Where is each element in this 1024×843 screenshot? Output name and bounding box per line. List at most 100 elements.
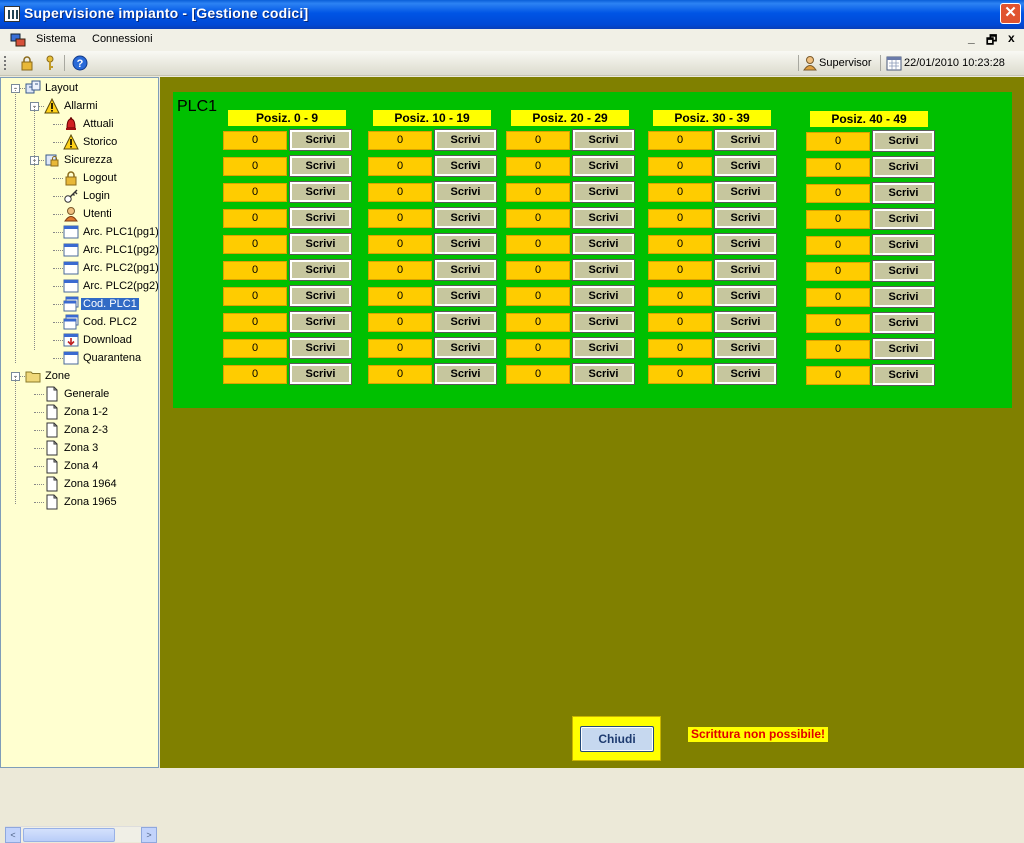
scrivi-button[interactable]: Scrivi	[714, 311, 777, 333]
scrivi-button[interactable]: Scrivi	[872, 234, 935, 256]
position-value-field[interactable]: 0	[806, 340, 870, 359]
position-value-field[interactable]: 0	[506, 365, 570, 384]
position-value-field[interactable]: 0	[806, 314, 870, 333]
scrivi-button[interactable]: Scrivi	[289, 259, 352, 281]
scrivi-button[interactable]: Scrivi	[572, 311, 635, 333]
tree-horizontal-scrollbar[interactable]: < >	[5, 826, 157, 843]
tree-item-zona-1964[interactable]: Zona 1964	[1, 476, 158, 493]
position-value-field[interactable]: 0	[648, 209, 712, 228]
position-value-field[interactable]: 0	[223, 287, 287, 306]
scrivi-button[interactable]: Scrivi	[572, 207, 635, 229]
scrivi-button[interactable]: Scrivi	[714, 181, 777, 203]
tree-item-sicurezza[interactable]: - Sicurezza	[1, 152, 158, 169]
position-value-field[interactable]: 0	[506, 339, 570, 358]
position-value-field[interactable]: 0	[648, 365, 712, 384]
position-value-field[interactable]: 0	[506, 209, 570, 228]
scrivi-button[interactable]: Scrivi	[872, 286, 935, 308]
tree-item-storico[interactable]: Storico	[1, 134, 158, 151]
tree-item-generale[interactable]: Generale	[1, 386, 158, 403]
scrivi-button[interactable]: Scrivi	[289, 233, 352, 255]
tree-item-zona-1965[interactable]: Zona 1965	[1, 494, 158, 511]
position-value-field[interactable]: 0	[648, 235, 712, 254]
position-value-field[interactable]: 0	[506, 313, 570, 332]
scrivi-button[interactable]: Scrivi	[714, 233, 777, 255]
scrivi-button[interactable]: Scrivi	[289, 311, 352, 333]
position-value-field[interactable]: 0	[368, 313, 432, 332]
scrivi-button[interactable]: Scrivi	[714, 259, 777, 281]
tree-item-utenti[interactable]: Utenti	[1, 206, 158, 223]
tree-item-quarantena[interactable]: Quarantena	[1, 350, 158, 367]
scrivi-button[interactable]: Scrivi	[434, 233, 497, 255]
scrivi-button[interactable]: Scrivi	[714, 207, 777, 229]
scroll-right-button[interactable]: >	[141, 827, 157, 843]
position-value-field[interactable]: 0	[368, 365, 432, 384]
position-value-field[interactable]: 0	[223, 157, 287, 176]
position-value-field[interactable]: 0	[806, 132, 870, 151]
scrivi-button[interactable]: Scrivi	[289, 285, 352, 307]
scroll-left-button[interactable]: <	[5, 827, 21, 843]
position-value-field[interactable]: 0	[368, 235, 432, 254]
tree-item-login[interactable]: Login	[1, 188, 158, 205]
tree-item-zona-4[interactable]: Zona 4	[1, 458, 158, 475]
scrivi-button[interactable]: Scrivi	[872, 364, 935, 386]
scrivi-button[interactable]: Scrivi	[434, 363, 497, 385]
position-value-field[interactable]: 0	[806, 366, 870, 385]
position-value-field[interactable]: 0	[648, 131, 712, 150]
chiudi-button[interactable]: Chiudi	[580, 726, 654, 752]
scrivi-button[interactable]: Scrivi	[872, 156, 935, 178]
scrivi-button[interactable]: Scrivi	[872, 260, 935, 282]
tree-item-cod-plc1[interactable]: Cod. PLC1	[1, 296, 158, 313]
scrivi-button[interactable]: Scrivi	[289, 363, 352, 385]
tree-item-arc-plc2-pg1[interactable]: Arc. PLC2(pg1)	[1, 260, 159, 277]
position-value-field[interactable]: 0	[223, 339, 287, 358]
position-value-field[interactable]: 0	[223, 313, 287, 332]
scrivi-button[interactable]: Scrivi	[434, 259, 497, 281]
position-value-field[interactable]: 0	[223, 261, 287, 280]
scrivi-button[interactable]: Scrivi	[872, 130, 935, 152]
tree-item-zone[interactable]: - Zone	[1, 368, 158, 385]
position-value-field[interactable]: 0	[648, 261, 712, 280]
position-value-field[interactable]: 0	[806, 288, 870, 307]
position-value-field[interactable]: 0	[506, 131, 570, 150]
scrivi-button[interactable]: Scrivi	[714, 337, 777, 359]
position-value-field[interactable]: 0	[806, 236, 870, 255]
position-value-field[interactable]: 0	[806, 210, 870, 229]
position-value-field[interactable]: 0	[368, 157, 432, 176]
position-value-field[interactable]: 0	[368, 339, 432, 358]
scrivi-button[interactable]: Scrivi	[572, 259, 635, 281]
scrivi-button[interactable]: Scrivi	[714, 363, 777, 385]
position-value-field[interactable]: 0	[223, 365, 287, 384]
scrivi-button[interactable]: Scrivi	[434, 181, 497, 203]
position-value-field[interactable]: 0	[368, 183, 432, 202]
position-value-field[interactable]: 0	[506, 287, 570, 306]
position-value-field[interactable]: 0	[223, 209, 287, 228]
window-close-button[interactable]: ✕	[1000, 3, 1021, 24]
position-value-field[interactable]: 0	[368, 209, 432, 228]
position-value-field[interactable]: 0	[368, 131, 432, 150]
mdi-restore-button[interactable]: 🗗	[986, 31, 997, 52]
app-menu-icon[interactable]	[10, 32, 26, 48]
help-icon[interactable]: ?	[72, 55, 88, 71]
tree-item-layout[interactable]: - Layout	[1, 80, 158, 97]
position-value-field[interactable]: 0	[648, 287, 712, 306]
scrivi-button[interactable]: Scrivi	[434, 337, 497, 359]
tree-item-arc-plc2-pg2[interactable]: Arc. PLC2(pg2)	[1, 278, 159, 295]
position-value-field[interactable]: 0	[223, 235, 287, 254]
tree-item-download[interactable]: Download	[1, 332, 158, 349]
position-value-field[interactable]: 0	[648, 339, 712, 358]
position-value-field[interactable]: 0	[806, 262, 870, 281]
position-value-field[interactable]: 0	[223, 131, 287, 150]
tree-item-arc-plc1-pg1[interactable]: Arc. PLC1(pg1)	[1, 224, 159, 241]
key-icon[interactable]	[42, 55, 58, 71]
scrivi-button[interactable]: Scrivi	[714, 155, 777, 177]
scrivi-button[interactable]: Scrivi	[434, 207, 497, 229]
mdi-minimize-button[interactable]: _	[968, 31, 975, 45]
scrivi-button[interactable]: Scrivi	[872, 312, 935, 334]
scrivi-button[interactable]: Scrivi	[434, 285, 497, 307]
scrivi-button[interactable]: Scrivi	[572, 181, 635, 203]
toolbar-grip[interactable]	[4, 56, 7, 70]
scrivi-button[interactable]: Scrivi	[872, 182, 935, 204]
menu-sistema[interactable]: Sistema	[36, 33, 76, 45]
tree-item-zona-2-3[interactable]: Zona 2-3	[1, 422, 158, 439]
scrivi-button[interactable]: Scrivi	[572, 285, 635, 307]
